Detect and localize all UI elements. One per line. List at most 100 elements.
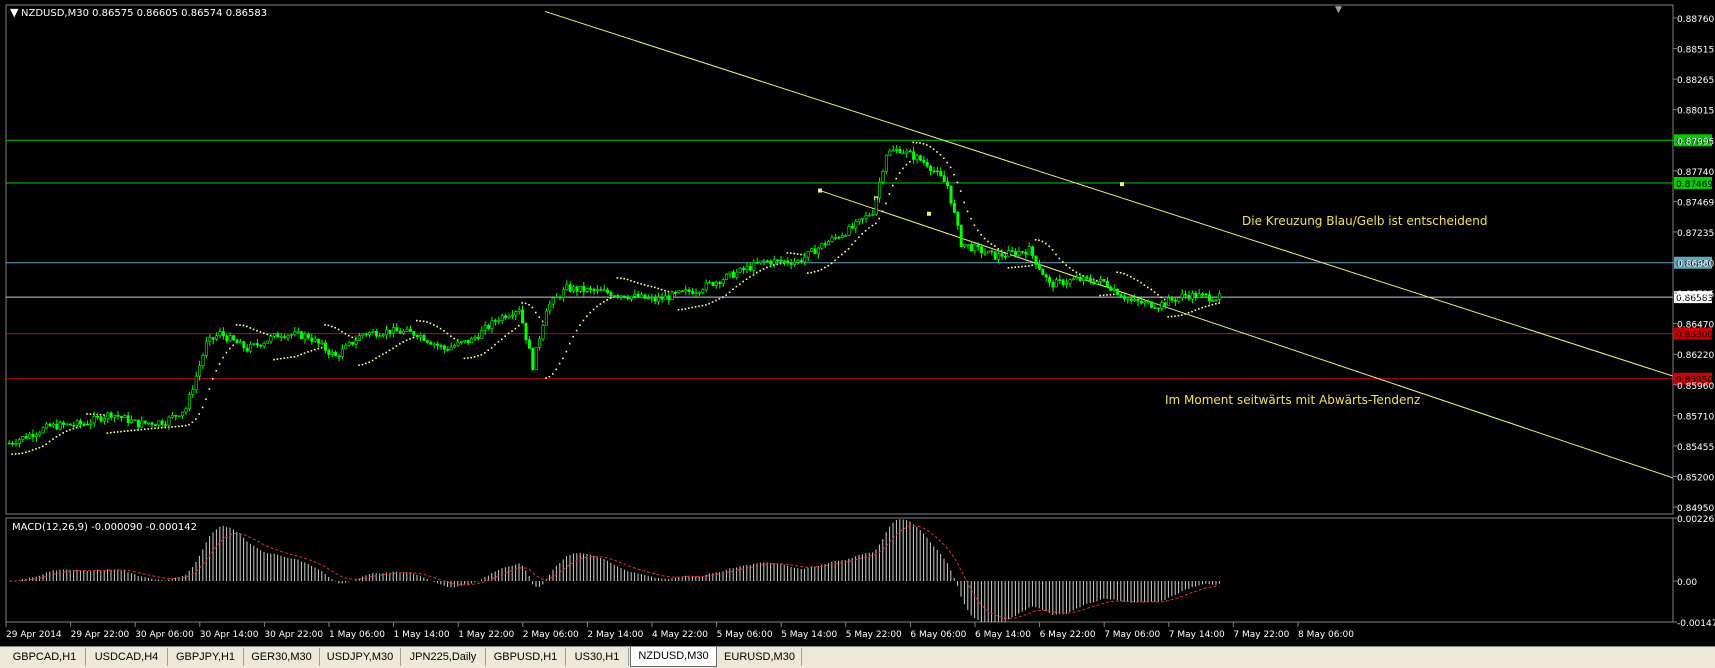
candle-body bbox=[201, 354, 205, 367]
sar-dot bbox=[858, 236, 860, 239]
candle-body bbox=[334, 352, 338, 357]
sar-dot bbox=[59, 434, 61, 436]
tab-usdcad-h4[interactable]: USDCAD,H4 bbox=[86, 648, 168, 666]
candle-body bbox=[823, 243, 827, 246]
symbol-header: NZDUSD,M30 0.86575 0.86605 0.86574 0.865… bbox=[21, 8, 267, 19]
sar-dot bbox=[405, 339, 408, 342]
candle-body bbox=[1109, 286, 1113, 291]
candle-body bbox=[483, 325, 487, 331]
horizontal-levels[interactable]: 0.878000.874690.868500.865830.863000.859… bbox=[6, 134, 1713, 386]
sar-dot bbox=[490, 346, 493, 349]
sar-dot bbox=[1031, 264, 1033, 267]
candle-body bbox=[697, 291, 701, 294]
price-tick-label: 0.86725 bbox=[1677, 290, 1714, 300]
sar-dot bbox=[895, 177, 897, 180]
chart-canvas[interactable]: 0.878000.874690.868500.865830.863000.859… bbox=[0, 0, 1715, 646]
sar-dot bbox=[919, 142, 921, 144]
price-tick-label: 0.88515 bbox=[1677, 46, 1714, 56]
sar-dot bbox=[480, 353, 483, 356]
candle-body bbox=[918, 155, 922, 161]
tab-eurusd-m30[interactable]: EURUSD,M30 bbox=[718, 648, 802, 666]
candle-body bbox=[966, 244, 970, 246]
candle-body bbox=[85, 423, 89, 426]
tab-gbpjpy-h1[interactable]: GBPJPY,H1 bbox=[168, 648, 244, 666]
sar-dot bbox=[191, 421, 194, 424]
sar-dot bbox=[643, 284, 646, 286]
tab-ger30-m30[interactable]: GER30,M30 bbox=[244, 648, 320, 666]
sar-dot bbox=[473, 356, 476, 358]
sar-dot bbox=[528, 304, 530, 306]
trendline-anchor-handle[interactable] bbox=[927, 211, 931, 216]
candle-body bbox=[963, 244, 967, 248]
sar-dot bbox=[620, 277, 622, 280]
candle-body bbox=[1003, 255, 1007, 258]
sar-dot bbox=[956, 181, 959, 184]
sar-dot bbox=[42, 445, 44, 448]
candle-body bbox=[827, 241, 831, 246]
sar-dot bbox=[936, 151, 938, 153]
sar-dot bbox=[1177, 314, 1180, 317]
candle-body bbox=[106, 412, 110, 419]
trendline-anchor-handle[interactable] bbox=[818, 188, 822, 193]
candle-body bbox=[347, 341, 351, 346]
sar-dot bbox=[834, 259, 836, 262]
candle-body bbox=[959, 225, 963, 248]
trendlines[interactable] bbox=[544, 10, 1674, 479]
candle-body bbox=[116, 414, 120, 417]
candle-body bbox=[527, 339, 531, 349]
sar-dot bbox=[1170, 315, 1173, 318]
candle-body bbox=[432, 343, 436, 346]
candle-body bbox=[901, 152, 905, 155]
sar-dot bbox=[123, 430, 126, 433]
sar-dot bbox=[242, 324, 245, 327]
sar-dot bbox=[1116, 271, 1118, 274]
candle-body bbox=[436, 343, 440, 346]
trendline-anchor-handle[interactable] bbox=[1120, 182, 1124, 187]
candle-body bbox=[633, 293, 637, 297]
sar-dot bbox=[395, 345, 398, 347]
upper-channel-trendline[interactable] bbox=[544, 10, 1674, 377]
sar-dot bbox=[732, 288, 734, 290]
candle-body bbox=[204, 341, 208, 356]
tab-gbpcad-h1[interactable]: GBPCAD,H1 bbox=[4, 648, 86, 666]
sar-dot bbox=[38, 446, 41, 449]
candle-body bbox=[242, 341, 246, 349]
candle-body bbox=[657, 296, 661, 302]
tab-nzdusd-m30[interactable]: NZDUSD,M30 bbox=[630, 647, 717, 667]
sar-dot bbox=[215, 369, 217, 372]
tab-gbpusd-h1[interactable]: GBPUSD,H1 bbox=[486, 648, 566, 666]
candle-body bbox=[1211, 300, 1215, 302]
sar-dot bbox=[65, 430, 68, 432]
candle-body bbox=[616, 295, 620, 297]
candle-body bbox=[969, 244, 973, 252]
candle-body bbox=[1153, 307, 1157, 309]
candle-body bbox=[524, 322, 528, 340]
candle-body bbox=[905, 150, 909, 154]
sar-dot bbox=[1133, 277, 1135, 280]
candle-body bbox=[272, 333, 276, 337]
tab-jpn225-daily[interactable]: JPN225,Daily bbox=[401, 648, 486, 666]
sar-dot bbox=[399, 343, 401, 345]
sar-dot bbox=[640, 283, 642, 285]
candle-body bbox=[476, 337, 480, 339]
time-tick-label: 30 Apr 22:00 bbox=[264, 630, 323, 640]
tab-us30-h1[interactable]: US30,H1 bbox=[566, 648, 629, 666]
candle-body bbox=[249, 344, 253, 352]
chart-window[interactable]: 0.87800 0.87469 0.86850 0.86583 0.86300 0.859… bbox=[0, 0, 1715, 668]
candle-body bbox=[867, 214, 871, 217]
sar-dot bbox=[654, 286, 656, 289]
sar-dot bbox=[807, 272, 809, 274]
candle-body bbox=[1017, 251, 1021, 256]
candle-body bbox=[813, 248, 817, 255]
price-tick-label: 0.86470 bbox=[1677, 321, 1714, 331]
shift-marker-icon[interactable]: ▼ bbox=[1335, 5, 1342, 15]
chart-menu-arrow-icon[interactable]: ▼ bbox=[10, 6, 19, 19]
candle-body bbox=[595, 289, 599, 291]
sar-dot bbox=[48, 440, 51, 443]
tab-usdjpy-m30[interactable]: USDJPY,M30 bbox=[320, 648, 401, 666]
sar-dot bbox=[1119, 271, 1122, 274]
sar-dot bbox=[1014, 266, 1016, 269]
price-tick-label: 0.88265 bbox=[1677, 76, 1714, 86]
candle-body bbox=[259, 344, 263, 347]
candle-body bbox=[1010, 250, 1014, 252]
